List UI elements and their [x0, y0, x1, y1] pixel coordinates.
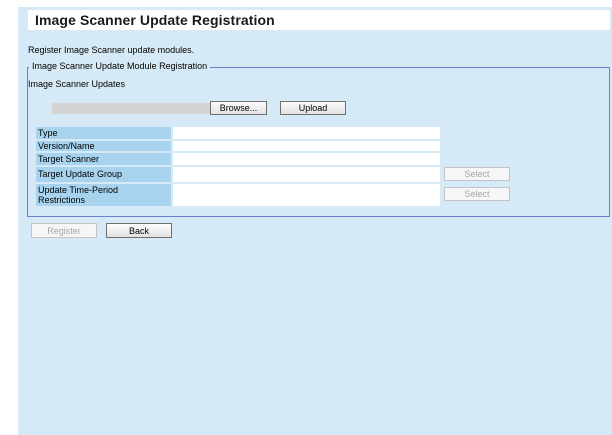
title-bar: Image Scanner Update Registration [28, 10, 610, 30]
image-scanner-updates-label: Image Scanner Updates [28, 79, 126, 89]
time-period-label-line2: Restrictions [38, 195, 86, 205]
target-group-select-button[interactable]: Select [444, 167, 510, 181]
target-scanner-label: Target Scanner [36, 153, 171, 165]
upload-button[interactable]: Upload [280, 101, 346, 115]
update-time-period-label: Update Time-Period Restrictions [36, 184, 171, 206]
main-panel: Image Scanner Update Registration Regist… [18, 7, 612, 435]
target-update-group-value [173, 167, 440, 182]
back-button[interactable]: Back [106, 223, 172, 238]
update-time-period-value [173, 184, 440, 206]
time-period-select-button[interactable]: Select [444, 187, 510, 201]
page-description: Register Image Scanner update modules. [28, 45, 195, 55]
time-period-label-line1: Update Time-Period [38, 185, 119, 195]
register-button[interactable]: Register [31, 223, 97, 238]
target-scanner-value [173, 153, 440, 165]
target-update-group-label: Target Update Group [36, 167, 171, 182]
browse-button[interactable]: Browse... [210, 101, 267, 115]
file-path-field[interactable] [52, 103, 228, 114]
page-title: Image Scanner Update Registration [35, 12, 275, 28]
type-value [173, 127, 440, 139]
version-name-label: Version/Name [36, 141, 171, 151]
version-name-value [173, 141, 440, 151]
fieldset-legend: Image Scanner Update Module Registration [29, 61, 211, 71]
type-label: Type [36, 127, 171, 139]
